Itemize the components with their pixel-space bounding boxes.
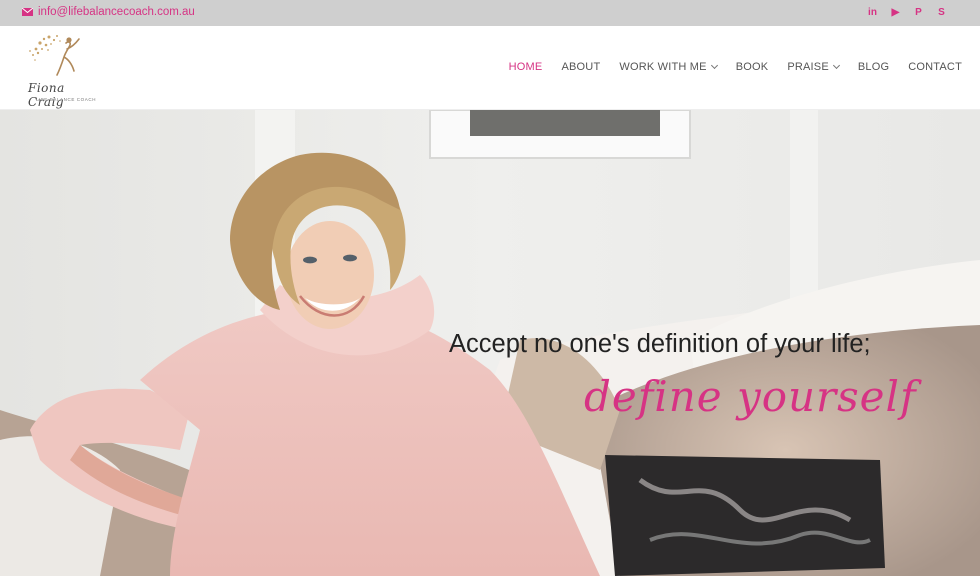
nav-praise[interactable]: PRAISE (787, 61, 840, 73)
nav-about[interactable]: ABOUT (561, 61, 600, 73)
hero-quote-line2: define yourself (584, 372, 917, 421)
dancer-logo-icon (29, 35, 80, 76)
linkedin-icon[interactable]: in (866, 6, 879, 19)
nav-book-label: BOOK (735, 61, 769, 73)
top-bar: info@lifebalancecoach.com.au in ▶ P S (0, 0, 980, 26)
nav-home-label: HOME (508, 61, 543, 73)
site-logo[interactable]: Fiona Craig LIFE BALANCE COACH (24, 31, 104, 109)
youtube-icon[interactable]: ▶ (889, 6, 902, 19)
email-link[interactable]: info@lifebalancecoach.com.au (22, 6, 195, 18)
nav-book[interactable]: BOOK (736, 61, 769, 73)
nav-home[interactable]: HOME (509, 61, 543, 73)
site-header: Fiona Craig LIFE BALANCE COACH HOME ABOU… (0, 26, 980, 110)
nav-work-with-me[interactable]: WORK WITH ME (619, 61, 718, 73)
social-links: in ▶ P S (866, 6, 948, 19)
skype-icon[interactable]: S (935, 6, 948, 19)
nav-work-with-me-label: WORK WITH ME (619, 61, 707, 73)
nav-contact[interactable]: CONTACT (908, 61, 962, 73)
chevron-down-icon (832, 61, 840, 70)
hero-banner: Accept no one's definition of your life;… (0, 110, 980, 576)
logo-name: Fiona Craig (28, 81, 65, 109)
nav-about-label: ABOUT (561, 61, 601, 73)
nav-blog-label: BLOG (857, 61, 890, 73)
nav-praise-label: PRAISE (787, 61, 829, 73)
logo-tagline: LIFE BALANCE COACH (36, 97, 97, 102)
email-text: info@lifebalancecoach.com.au (38, 6, 195, 18)
chevron-down-icon (710, 61, 718, 70)
hero-quote-line1: Accept no one's definition of your life; (449, 330, 871, 358)
nav-contact-label: CONTACT (908, 61, 962, 73)
nav-blog[interactable]: BLOG (858, 61, 889, 73)
envelope-icon (22, 8, 33, 16)
pinterest-icon[interactable]: P (912, 6, 925, 19)
main-nav: HOME ABOUT WORK WITH ME BOOK PRAISE BLOG… (509, 61, 962, 73)
